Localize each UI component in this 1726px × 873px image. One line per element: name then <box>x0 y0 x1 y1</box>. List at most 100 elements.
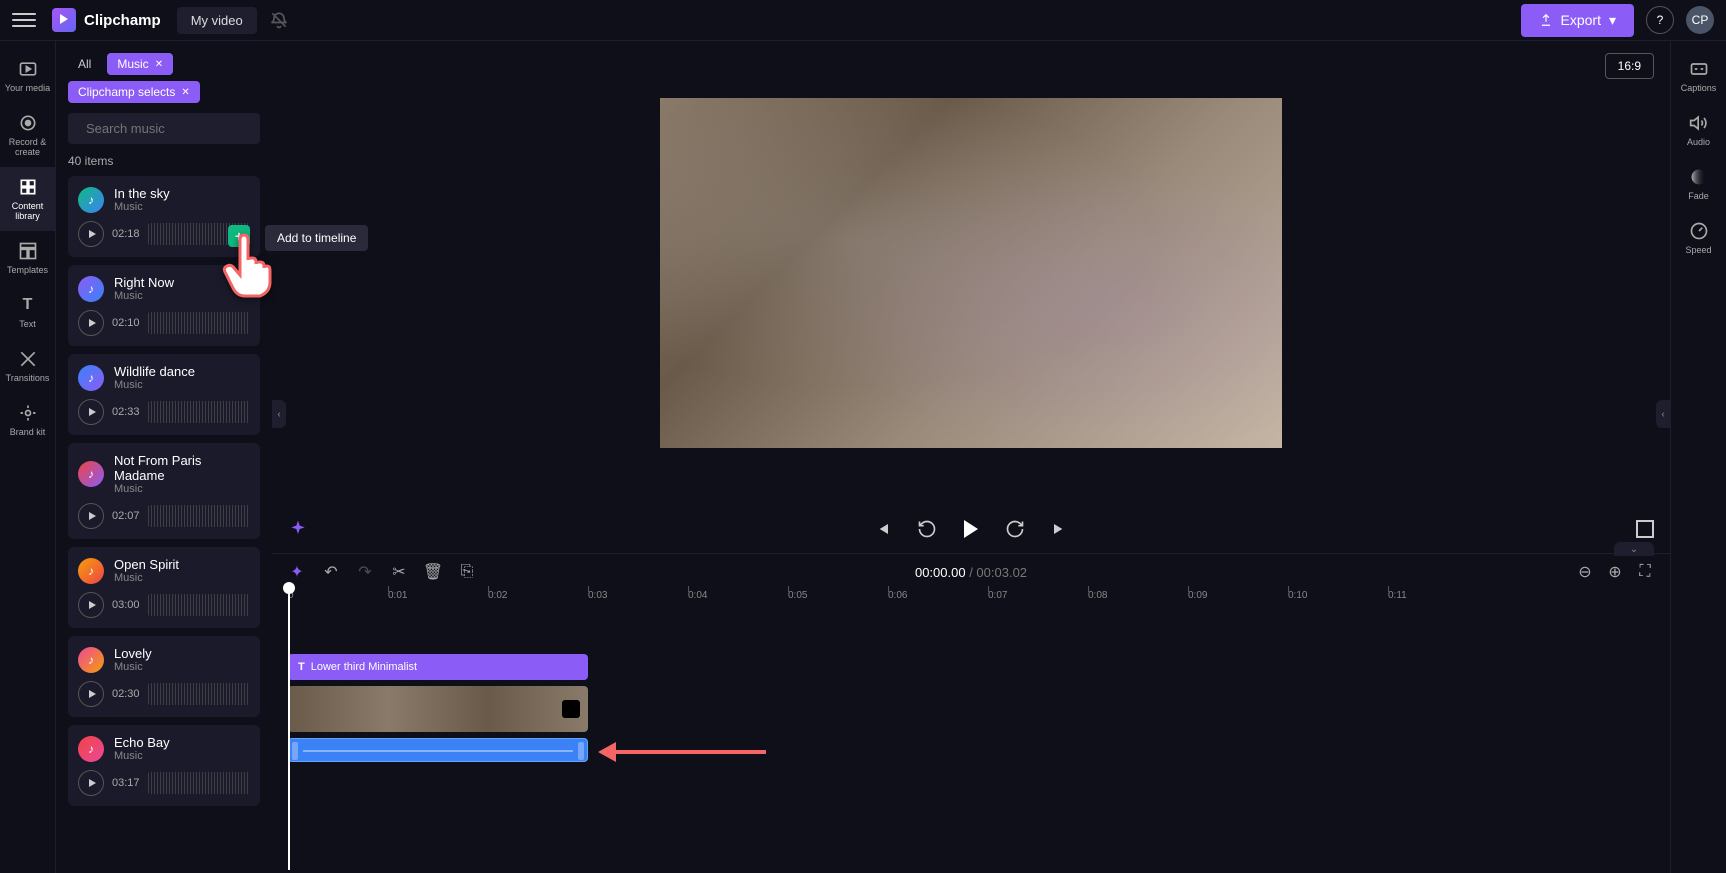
close-icon[interactable]: ✕ <box>155 59 163 70</box>
audio-clip[interactable] <box>288 738 588 762</box>
chip-clipchamp-selects[interactable]: Clipchamp selects✕ <box>68 81 200 103</box>
video-canvas[interactable] <box>660 98 1282 448</box>
track-subtitle: Music <box>114 201 250 213</box>
left-rail: Your media Record & create Content libra… <box>0 41 56 873</box>
rail-your-media[interactable]: Your media <box>0 49 55 103</box>
timeline-ruler[interactable]: 00:010:020:030:040:050:060:070:080:090:1… <box>288 590 1670 614</box>
add-tooltip: Add to timeline <box>265 225 368 251</box>
menu-button[interactable] <box>12 8 36 32</box>
playback-controls <box>272 505 1670 553</box>
forward-button[interactable] <box>1005 519 1025 539</box>
track-subtitle: Music <box>114 483 250 495</box>
waveform <box>148 401 250 423</box>
timecode: 00:00.00 / 00:03.02 <box>915 565 1027 580</box>
music-track[interactable]: ♪Open SpiritMusic03:00 <box>68 547 260 628</box>
pointer-hand-icon <box>215 230 275 314</box>
item-count: 40 items <box>68 154 260 168</box>
music-icon: ♪ <box>78 558 104 584</box>
zoom-fit-button[interactable]: ⛶ <box>1636 563 1654 581</box>
cut-button[interactable]: ✂ <box>390 563 408 581</box>
track-duration: 02:30 <box>112 688 140 700</box>
search-field[interactable] <box>86 121 262 136</box>
track-duration: 02:33 <box>112 406 140 418</box>
music-track[interactable]: ♪LovelyMusic02:30 <box>68 636 260 717</box>
track-name: Wildlife dance <box>114 364 250 379</box>
zoom-out-button[interactable]: ⊖ <box>1576 563 1594 581</box>
skip-back-button[interactable] <box>873 519 893 539</box>
play-preview-button[interactable] <box>78 770 104 796</box>
ai-icon[interactable] <box>288 519 308 539</box>
play-preview-button[interactable] <box>78 310 104 336</box>
delete-button[interactable]: 🗑 <box>424 563 442 581</box>
title-clip[interactable]: T Lower third Minimalist <box>288 654 588 680</box>
track-duration: 02:10 <box>112 317 140 329</box>
rail-transitions[interactable]: Transitions <box>0 339 55 393</box>
copy-button[interactable]: ⎘ <box>458 563 476 581</box>
timeline-tracks[interactable]: T Lower third Minimalist <box>288 614 1670 873</box>
play-preview-button[interactable] <box>78 592 104 618</box>
music-icon: ♪ <box>78 365 104 391</box>
app-logo[interactable]: Clipchamp <box>52 8 161 32</box>
search-input[interactable] <box>68 113 260 144</box>
playhead[interactable] <box>288 590 290 870</box>
rail-text[interactable]: TText <box>0 285 55 339</box>
rail-audio[interactable]: Audio <box>1671 103 1726 157</box>
sync-icon[interactable] <box>269 10 289 30</box>
waveform <box>148 505 250 527</box>
rail-content-library[interactable]: Content library <box>0 167 55 231</box>
rail-brand-kit[interactable]: Brand kit <box>0 393 55 447</box>
track-name: Lovely <box>114 646 250 661</box>
track-name: Echo Bay <box>114 735 250 750</box>
ruler-tick: 0:06 <box>888 590 907 601</box>
waveform <box>148 772 250 794</box>
video-clip[interactable] <box>288 686 588 732</box>
music-icon: ♪ <box>78 736 104 762</box>
timeline-collapse-toggle[interactable]: ⌄ <box>1614 542 1654 556</box>
rail-captions[interactable]: Captions <box>1671 49 1726 103</box>
chevron-down-icon: ▾ <box>1609 12 1616 29</box>
music-track[interactable]: ♪Wildlife danceMusic02:33 <box>68 354 260 435</box>
track-duration: 03:00 <box>112 599 140 611</box>
play-button[interactable] <box>961 519 981 539</box>
help-button[interactable]: ? <box>1646 6 1674 34</box>
track-duration: 03:17 <box>112 777 140 789</box>
rail-fade[interactable]: Fade <box>1671 157 1726 211</box>
export-label: Export <box>1561 12 1601 28</box>
add-icon[interactable]: ✦ <box>288 563 306 581</box>
close-icon[interactable]: ✕ <box>181 87 189 98</box>
export-button[interactable]: Export ▾ <box>1521 4 1635 37</box>
zoom-in-button[interactable]: ⊕ <box>1606 563 1624 581</box>
waveform <box>148 683 250 705</box>
track-duration: 02:07 <box>112 510 140 522</box>
undo-button[interactable]: ↶ <box>322 563 340 581</box>
track-subtitle: Music <box>114 572 250 584</box>
rewind-button[interactable] <box>917 519 937 539</box>
play-preview-button[interactable] <box>78 681 104 707</box>
track-name: Not From Paris Madame <box>114 453 250 483</box>
play-preview-button[interactable] <box>78 221 104 247</box>
right-rail: Captions Audio Fade Speed <box>1670 41 1726 873</box>
annotation-arrow <box>598 742 766 762</box>
redo-button[interactable]: ↷ <box>356 563 374 581</box>
music-icon: ♪ <box>78 187 104 213</box>
music-track[interactable]: ♪Not From Paris MadameMusic02:07 <box>68 443 260 539</box>
fullscreen-button[interactable] <box>1636 520 1654 538</box>
aspect-ratio-button[interactable]: 16:9 <box>1605 53 1654 79</box>
chip-music[interactable]: Music✕ <box>107 53 173 75</box>
panel-collapse-toggle[interactable]: ‹ <box>272 400 286 428</box>
track-name: In the sky <box>114 186 250 201</box>
rail-templates[interactable]: Templates <box>0 231 55 285</box>
ruler-tick: 0:04 <box>688 590 707 601</box>
chip-all[interactable]: All <box>68 53 101 75</box>
rail-speed[interactable]: Speed <box>1671 211 1726 265</box>
skip-forward-button[interactable] <box>1049 519 1069 539</box>
video-title[interactable]: My video <box>177 7 257 34</box>
ruler-tick: 0:10 <box>1288 590 1307 601</box>
music-track[interactable]: ♪Echo BayMusic03:17 <box>68 725 260 806</box>
play-preview-button[interactable] <box>78 399 104 425</box>
ruler-tick: 0:03 <box>588 590 607 601</box>
play-preview-button[interactable] <box>78 503 104 529</box>
avatar[interactable]: CP <box>1686 6 1714 34</box>
rail-record-create[interactable]: Record & create <box>0 103 55 167</box>
right-panel-expand-toggle[interactable]: ‹ <box>1656 400 1670 428</box>
